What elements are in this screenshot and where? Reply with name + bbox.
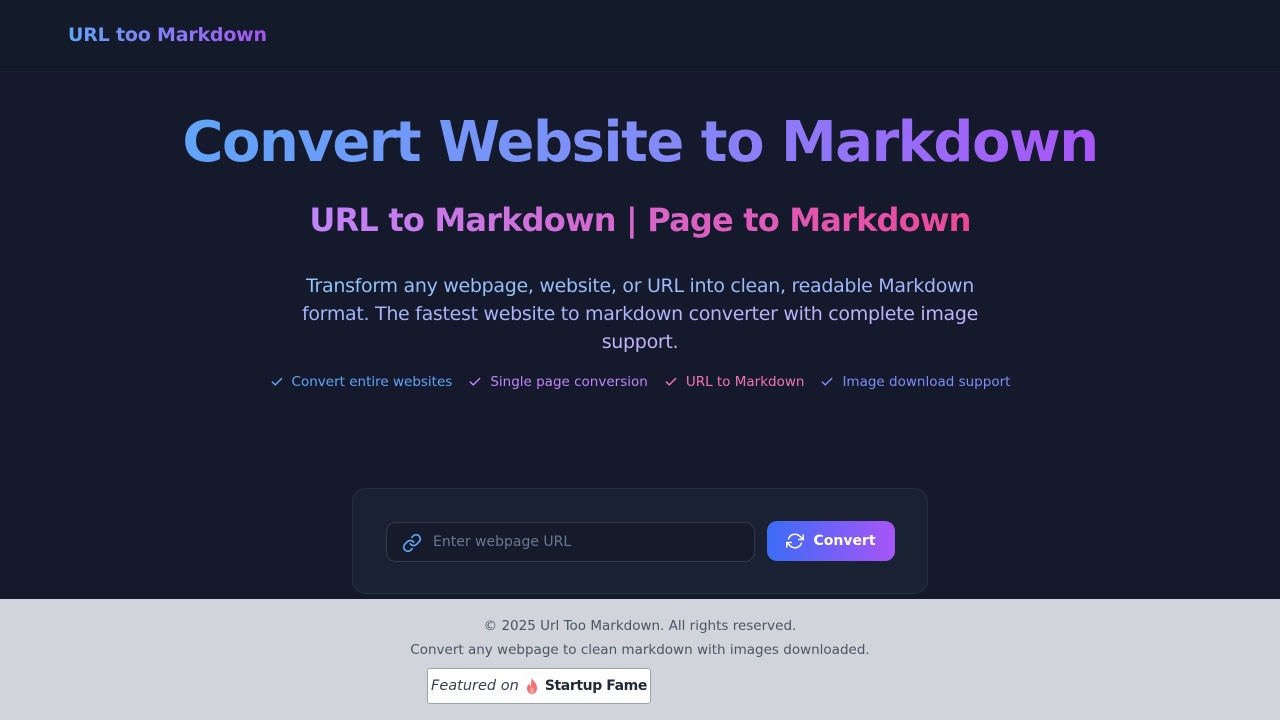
footer-tagline: Convert any webpage to clean markdown wi…	[410, 642, 870, 658]
flame-icon	[526, 678, 537, 694]
converter-card: Convert	[352, 488, 928, 594]
startup-fame-badge[interactable]: Featured on Startup Fame	[427, 668, 651, 704]
hero-description: Transform any webpage, website, or URL i…	[300, 272, 980, 356]
url-input-wrapper	[386, 522, 755, 562]
feature-item-image-download: Image download support	[820, 372, 1010, 392]
url-input[interactable]	[433, 523, 743, 561]
page-subtitle-text: URL to Markdown | Page to Markdown	[309, 201, 971, 239]
check-icon	[665, 377, 677, 386]
page-title: Convert Website to Markdown	[0, 106, 1280, 180]
refresh-icon	[786, 533, 805, 549]
feature-label: Convert entire websites	[291, 374, 453, 390]
feature-label: URL to Markdown	[685, 374, 805, 390]
feature-label: Single page conversion	[490, 374, 648, 390]
feature-item-convert-websites: Convert entire websites	[270, 372, 453, 392]
badge-brand: Startup Fame	[544, 678, 648, 694]
feature-item-single-page: Single page conversion	[468, 372, 648, 392]
site-header: URL too Markdown	[0, 0, 1280, 72]
hero-description-text: Transform any webpage, website, or URL i…	[301, 275, 979, 353]
feature-list: Convert entire websites Single page conv…	[0, 372, 1280, 392]
feature-label: Image download support	[842, 374, 1011, 390]
footer-copyright: © 2025 Url Too Markdown. All rights rese…	[483, 618, 797, 634]
page-subtitle: URL to Markdown | Page to Markdown	[0, 198, 1280, 242]
site-footer: © 2025 Url Too Markdown. All rights rese…	[0, 599, 1280, 720]
check-icon	[469, 377, 481, 386]
check-icon	[271, 377, 282, 386]
convert-button-label: Convert	[813, 533, 876, 549]
check-icon	[822, 377, 833, 386]
logo-link[interactable]: URL too Markdown	[68, 24, 267, 46]
feature-item-url-to-markdown: URL to Markdown	[664, 372, 805, 392]
page-title-text: Convert Website to Markdown	[182, 110, 1099, 175]
link-icon	[402, 533, 422, 553]
convert-button[interactable]: Convert	[767, 521, 895, 561]
badge-prefix: Featured on	[431, 678, 519, 694]
